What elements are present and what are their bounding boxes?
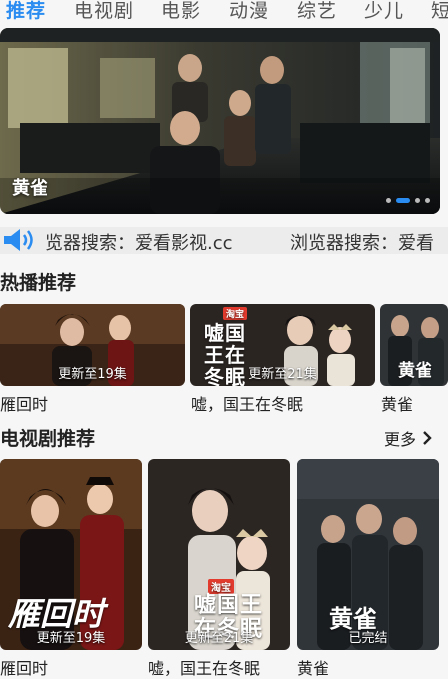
hot-section-title: 热播推荐 — [0, 272, 77, 294]
poster-title[interactable]: 嘘，国王在冬眠 — [148, 655, 260, 679]
taobao-tag: 淘宝 — [223, 307, 248, 320]
notice-text-repeat: 浏览器搜索：爱看 — [290, 233, 434, 254]
carousel-dot[interactable] — [415, 198, 420, 203]
tab-variety[interactable]: 综艺 — [297, 0, 337, 23]
tab-short[interactable]: 短 — [431, 0, 448, 23]
hot-card-title[interactable]: 雁回时 — [0, 391, 48, 415]
hot-card-huangque[interactable]: 黄雀 — [380, 304, 448, 386]
poster-king-hibernate[interactable]: 淘宝 嘘国王在冬眠 更新至21集 — [148, 459, 290, 650]
hot-card-king-hibernate[interactable]: 淘宝 嘘国王在冬眠 更新至21集 — [190, 304, 375, 386]
hot-card-title[interactable]: 嘘，国王在冬眠 — [191, 391, 303, 415]
carousel-dot-active[interactable] — [396, 198, 410, 203]
tab-movies[interactable]: 电影 — [161, 0, 201, 23]
tab-anime[interactable]: 动漫 — [229, 0, 269, 23]
poster-badge: 更新至21集 — [184, 631, 254, 646]
poster-badge: 更新至19集 — [36, 631, 106, 646]
banner-title: 黄雀 — [12, 178, 48, 199]
tab-tv-series[interactable]: 电视剧 — [74, 0, 134, 23]
speaker-icon — [4, 229, 33, 251]
poster-title[interactable]: 雁回时 — [0, 655, 48, 679]
notice-bar: 览器搜索：爱看影视.cc 浏览器搜索：爱看 — [0, 224, 448, 256]
poster-title[interactable]: 黄雀 — [297, 655, 329, 679]
carousel-dot[interactable] — [425, 198, 430, 203]
hot-card-badge: 更新至19集 — [58, 367, 127, 382]
more-button[interactable]: 更多 — [384, 426, 432, 450]
hot-card-badge: 更新至21集 — [248, 367, 317, 382]
notice-text: 览器搜索：爱看影视.cc — [45, 233, 233, 254]
banner-carousel[interactable]: 黄雀 — [0, 28, 440, 214]
poster-huangque[interactable]: 黄雀 已完结 — [297, 459, 439, 650]
banner-image — [0, 28, 440, 214]
carousel-dot[interactable] — [386, 198, 391, 203]
tab-recommend[interactable]: 推荐 — [6, 0, 46, 23]
title-logo: 黄雀 — [398, 361, 432, 381]
poster-yanhuishi[interactable]: 雁回时 更新至19集 — [0, 459, 142, 650]
tv-section-title: 电视剧推荐 — [0, 428, 96, 450]
poster-badge: 已完结 — [348, 631, 388, 646]
tab-kids[interactable]: 少儿 — [364, 0, 404, 23]
hot-card-title[interactable]: 黄雀 — [381, 391, 413, 415]
category-tabs: 推荐 电视剧 电影 动漫 综艺 少儿 短 — [0, 0, 448, 24]
chevron-right-icon — [423, 431, 432, 445]
hot-card-yanhuishi[interactable]: 更新至19集 — [0, 304, 185, 386]
more-label: 更多 — [383, 430, 416, 449]
carousel-indicator — [386, 198, 430, 203]
